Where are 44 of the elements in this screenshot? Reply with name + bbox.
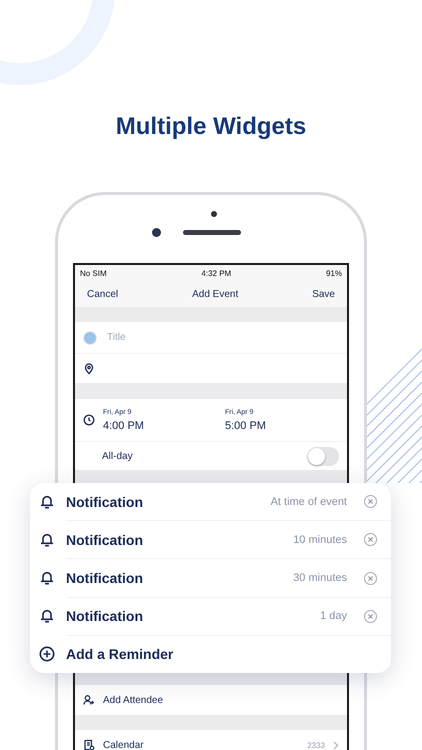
notification-time: At time of event (270, 496, 347, 508)
calendar-label[interactable]: Calendar (103, 740, 300, 750)
clock-time: 4:32 PM (201, 268, 232, 278)
bell-icon (39, 494, 55, 510)
all-day-label: All-day (102, 450, 134, 462)
bell-icon (39, 570, 55, 586)
title-input[interactable]: Title (105, 331, 339, 344)
calendar-value: 2333 (307, 740, 325, 750)
notification-label[interactable]: Notification (66, 570, 282, 586)
plus-circle-icon (39, 646, 55, 662)
title-field[interactable]: Title (75, 322, 347, 354)
remove-button[interactable] (364, 610, 377, 623)
battery-percent: 91% (326, 268, 342, 278)
remove-button[interactable] (364, 495, 377, 508)
camera-lens (152, 228, 161, 237)
notification-label[interactable]: Notification (66, 608, 310, 624)
bell-icon (39, 608, 55, 624)
color-dot-icon[interactable] (83, 330, 97, 344)
save-button[interactable]: Save (312, 288, 335, 300)
speaker-grille (183, 230, 241, 235)
clock-icon (83, 414, 95, 426)
carrier-label: No SIM (80, 268, 107, 278)
cancel-button[interactable]: Cancel (87, 288, 118, 300)
sensor-dot (211, 211, 217, 217)
remove-button[interactable] (364, 572, 377, 585)
chevron-right-icon (333, 740, 339, 750)
notification-time: 1 day (320, 610, 347, 622)
notification-label[interactable]: Notification (66, 532, 282, 548)
close-icon (368, 576, 373, 581)
close-icon (368, 537, 373, 542)
notification-time: 30 minutes (293, 572, 347, 584)
location-pin-icon (83, 362, 95, 375)
calendar-list-icon (83, 739, 95, 750)
headline: Multiple Widgets (116, 112, 306, 142)
all-day-switch[interactable] (307, 446, 339, 466)
remove-button[interactable] (364, 533, 377, 546)
notification-time: 10 minutes (293, 534, 347, 546)
screen-title: Add Event (192, 288, 238, 300)
notification-label[interactable]: Notification (66, 494, 260, 510)
add-reminder-button[interactable]: Add a Reminder (39, 646, 174, 662)
add-person-icon (83, 694, 95, 706)
bell-icon (39, 532, 55, 548)
close-icon (368, 499, 373, 504)
close-icon (368, 614, 373, 619)
